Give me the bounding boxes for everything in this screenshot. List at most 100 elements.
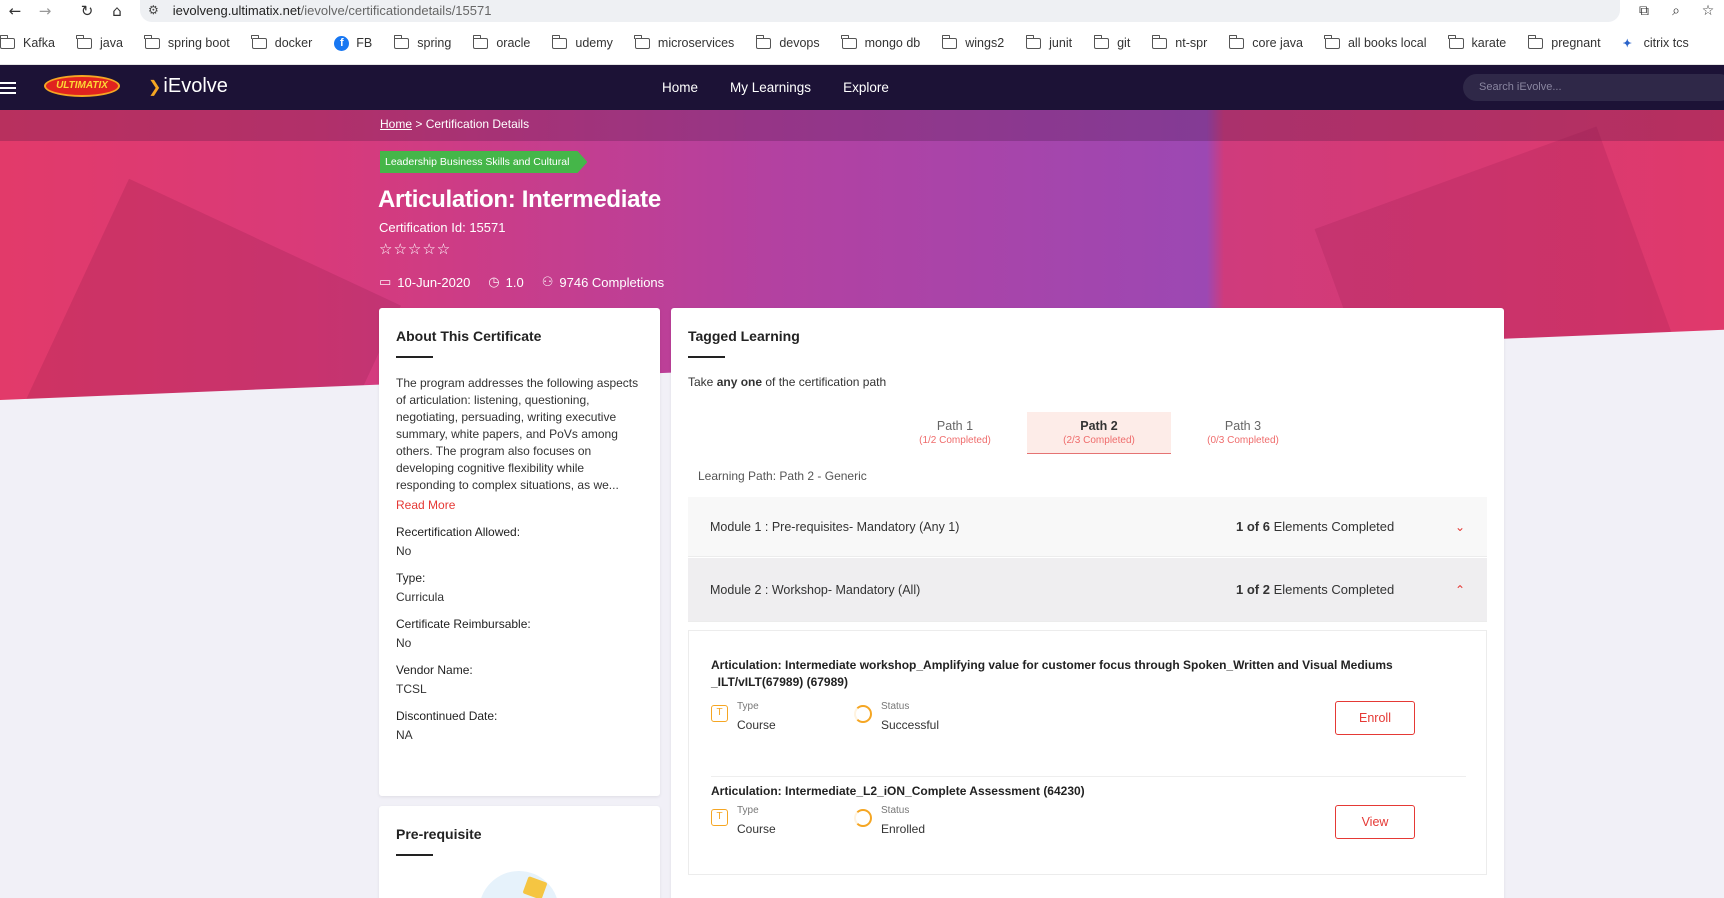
back-icon[interactable]: ← (0, 0, 30, 22)
bookmark-wings2[interactable]: wings2 (941, 34, 1004, 50)
url-field[interactable]: ⚙ ievolveng.ultimatix.net/ievolve/certif… (140, 0, 1620, 22)
facebook-icon: f (334, 35, 350, 51)
bookmark-oracle[interactable]: oracle (472, 34, 530, 50)
folder-icon (76, 34, 92, 49)
folder-icon (393, 34, 410, 49)
field-value: NA (396, 727, 413, 742)
folder-icon (551, 34, 568, 49)
list-item: Articulation: Intermediate_L2_iON_Comple… (711, 783, 1466, 873)
element-status: Enrolled (881, 822, 926, 836)
bookmark-java[interactable]: java (76, 34, 123, 50)
home-icon[interactable]: ⌂ (102, 0, 132, 22)
bookmark-all-books-local[interactable]: all books local (1324, 34, 1427, 50)
about-heading: About This Certificate (396, 328, 542, 344)
site-settings-icon[interactable]: ⚙ (148, 3, 159, 17)
folder-icon (1025, 34, 1042, 49)
folder-icon (755, 34, 772, 49)
folder-icon (1324, 34, 1340, 49)
field-value: No (396, 635, 412, 650)
bookmark-junit[interactable]: junit (1025, 34, 1072, 50)
reload-icon[interactable]: ↻ (72, 0, 102, 22)
bookmark-kafka[interactable]: Kafka (0, 34, 55, 50)
breadcrumb-home[interactable]: Home (380, 117, 412, 131)
element-title: Articulation: Intermediate_L2_iON_Comple… (711, 784, 1085, 798)
chevron-up-icon[interactable]: ⌃ (1455, 583, 1465, 597)
view-button[interactable]: View (1335, 805, 1415, 839)
enroll-button[interactable]: Enroll (1335, 701, 1415, 735)
module-2-header[interactable]: Module 2 : Workshop- Mandatory (All) 1 o… (688, 558, 1487, 622)
folder-icon (1151, 34, 1168, 49)
chevron-down-icon[interactable]: ⌄ (1455, 520, 1465, 534)
page-title: Articulation: Intermediate (378, 186, 661, 213)
status-icon (854, 705, 872, 723)
bookmark-mongo-db[interactable]: mongo db (841, 34, 920, 50)
folder-icon (144, 34, 160, 49)
bookmark-nt-spr[interactable]: nt-spr (1151, 34, 1207, 50)
cert-meta: ▭ 10-Jun-2020 ◷ 1.0 ⚇ 9746 Completions (379, 275, 682, 290)
read-more-link[interactable]: Read More (396, 498, 643, 512)
nav-my-learnings[interactable]: My Learnings (730, 80, 811, 95)
tagged-heading: Tagged Learning (688, 328, 800, 344)
ultimatix-logo[interactable]: ULTIMATIX (44, 75, 120, 97)
module-progress: 1 of 2 Elements Completed (1236, 582, 1395, 597)
learning-path-label: Learning Path: Path 2 - Generic (698, 469, 867, 483)
folder-icon (1093, 34, 1110, 49)
bookmark-core-java[interactable]: core java (1228, 34, 1303, 50)
bookmark-pregnant[interactable]: pregnant (1527, 34, 1601, 50)
tab-path-2[interactable]: Path 2 (2/3 Completed) (1027, 412, 1171, 454)
tab-path-1[interactable]: Path 1 (1/2 Completed) (883, 412, 1027, 454)
calendar-icon: ▭ (379, 275, 392, 290)
bookmarks-bar: Kafka java spring boot docker f FB spring oracl… (0, 22, 1724, 65)
bookmark-fb[interactable]: f FB (334, 35, 372, 51)
bookmark-git[interactable]: git (1093, 34, 1130, 50)
bookmark-spring-boot[interactable]: spring boot (144, 34, 230, 50)
forward-icon[interactable]: → (30, 0, 60, 22)
bookmark-microservices[interactable]: microservices (634, 34, 734, 50)
bookmark-citrix-tcs[interactable]: ✦ citrix tcs (1623, 36, 1689, 50)
top-nav: Home My Learnings Explore (662, 65, 921, 110)
field-value: TCSL (396, 681, 427, 696)
course-type-icon: T (711, 809, 728, 826)
url-host: ievolveng.ultimatix.net (172, 2, 301, 18)
folder-icon (841, 34, 857, 49)
nav-explore[interactable]: Explore (843, 80, 889, 95)
rating-stars[interactable]: ☆☆☆☆☆ (379, 240, 451, 258)
bookmark-karate[interactable]: karate (1448, 34, 1506, 50)
folder-icon (634, 34, 650, 49)
nav-home[interactable]: Home (662, 80, 698, 95)
browser-address-bar: ← → ↻ ⌂ ⚙ ievolveng.ultimatix.net/ievolv… (0, 0, 1724, 22)
bookmark-star-icon[interactable]: ☆ (1692, 3, 1724, 19)
cert-completions: 9746 Completions (559, 275, 665, 290)
zoom-icon[interactable]: ⌕ (1660, 3, 1692, 19)
citrix-icon: ✦ (1622, 37, 1632, 50)
open-in-app-icon[interactable]: ⧉ (1628, 3, 1660, 19)
field-value: Curricula (396, 589, 445, 604)
module-name: Module 1 : Pre-requisites- Mandatory (An… (710, 519, 960, 534)
path-tabs: Path 1 (1/2 Completed) Path 2 (2/3 Complete… (883, 412, 1315, 454)
field-label: Type: (396, 570, 426, 585)
ievolve-logo[interactable]: ❯ iEvolve (148, 75, 228, 98)
category-badge: Leadership Business Skills and Cultural (380, 151, 587, 173)
hamburger-menu-icon[interactable] (0, 81, 18, 94)
bookmark-docker[interactable]: docker (251, 34, 312, 50)
search-input[interactable]: Search iEvolve... (1463, 74, 1724, 101)
module-1-header[interactable]: Module 1 : Pre-requisites- Mandatory (An… (688, 497, 1487, 557)
url-path: /ievolve/certificationdetails/15571 (300, 2, 492, 18)
folder-icon (941, 34, 958, 49)
folder-icon (472, 34, 489, 49)
tab-path-3[interactable]: Path 3 (0/3 Completed) (1171, 412, 1315, 454)
about-card: About This Certificate The program addre… (379, 308, 660, 796)
flame-icon: ❯ (148, 78, 162, 96)
bookmark-spring[interactable]: spring (393, 34, 451, 50)
element-status: Successful (881, 718, 940, 732)
bookmark-udemy[interactable]: udemy (551, 34, 613, 50)
app-header: ULTIMATIX ❯ iEvolve Home My Learnings Exp… (0, 65, 1724, 110)
course-type-icon: T (711, 705, 728, 722)
breadcrumb: Home > Certification Details (380, 117, 530, 131)
prerequisite-heading: Pre-requisite (396, 826, 482, 842)
folder-icon (1527, 34, 1544, 49)
list-item: Articulation: Intermediate workshop_Ampl… (711, 657, 1466, 777)
bookmark-devops[interactable]: devops (755, 34, 820, 50)
status-icon (854, 809, 872, 827)
element-type: Course (737, 718, 776, 732)
